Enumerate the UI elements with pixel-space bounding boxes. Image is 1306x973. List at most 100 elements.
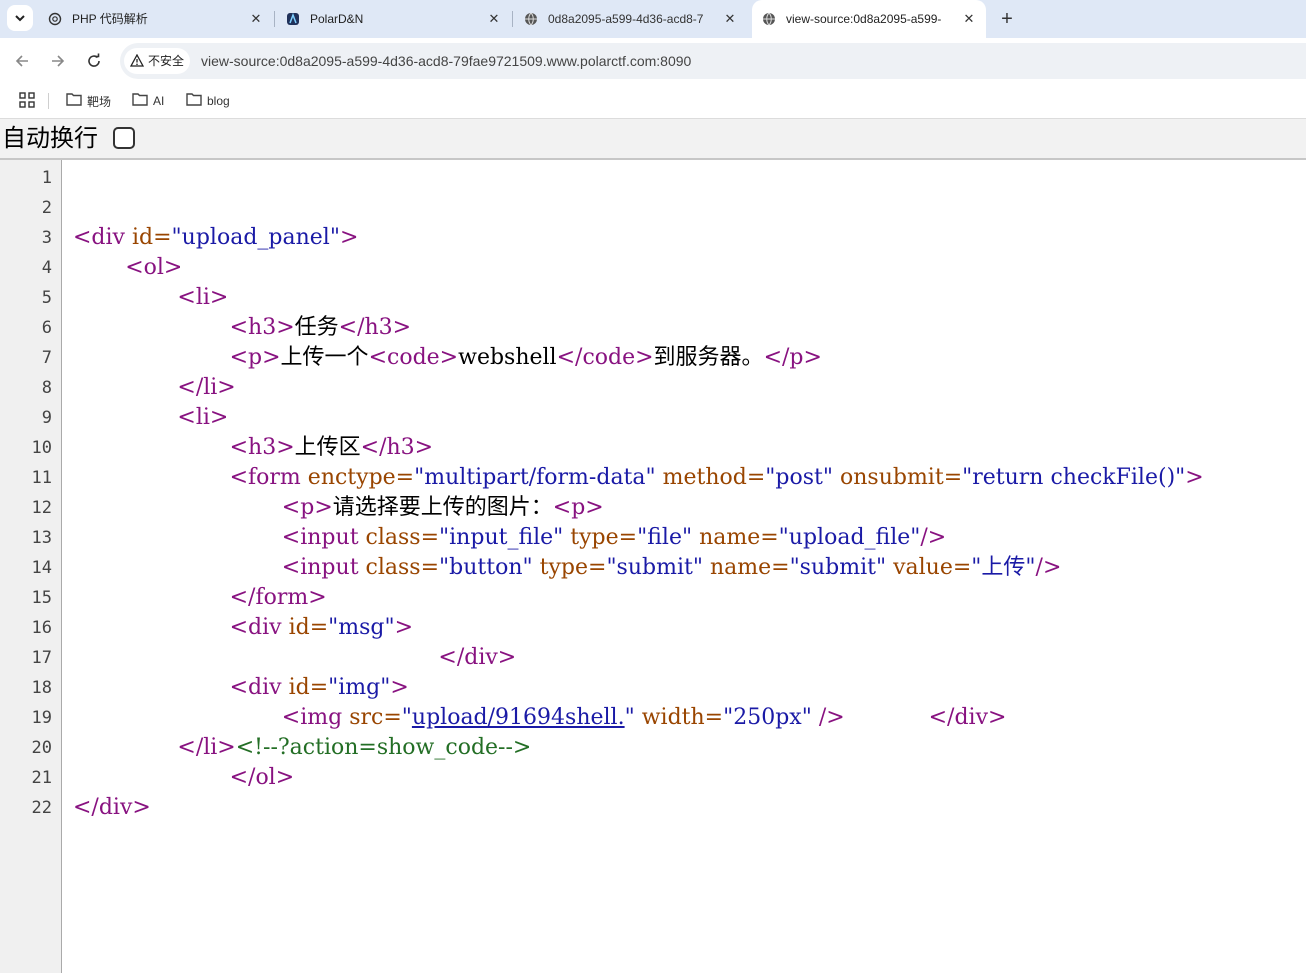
line-number: 22 (31, 798, 52, 818)
chevron-down-icon (15, 15, 25, 22)
security-chip[interactable]: 不安全 (124, 48, 190, 74)
line-content: <img src="upload/91694shell." width="250… (282, 703, 1007, 733)
source-line: 15 </form> (0, 583, 1306, 613)
line-number: 10 (31, 438, 52, 458)
code-token: src= (349, 705, 402, 730)
folder-icon (186, 92, 202, 111)
line-number: 1 (41, 168, 52, 188)
tab-divider (274, 11, 275, 27)
source-line: 16 <div id="msg"> (0, 613, 1306, 643)
code-token: method= (655, 465, 766, 490)
tab-search-button[interactable] (7, 5, 33, 31)
new-tab-plus-icon[interactable]: + (996, 8, 1018, 30)
code-token: </form> (229, 585, 327, 610)
code-token: </div> (928, 705, 1007, 730)
close-icon[interactable]: ✕ (722, 11, 738, 27)
bookmark-folder[interactable]: blog (186, 92, 230, 110)
back-arrow-icon[interactable] (10, 49, 34, 73)
code-token: enctype= (307, 465, 415, 490)
line-content: <li> (177, 403, 228, 433)
close-icon[interactable]: ✕ (248, 11, 264, 27)
line-number: 3 (41, 228, 52, 248)
source-line: 12 <p>请选择要上传的图片：<p> (0, 493, 1306, 523)
line-content: <h3>上传区</h3> (230, 433, 434, 463)
line-number: 5 (41, 288, 52, 308)
tab-view-source[interactable]: view-source:0d8a2095-a599- ✕ (752, 0, 986, 38)
line-number: 8 (41, 378, 52, 398)
line-content: <input class="button" type="submit" name… (282, 553, 1062, 583)
code-token: <!--?action=show_code--> (235, 735, 532, 760)
tab-challenge-page[interactable]: 0d8a2095-a599-4d36-acd8-7 ✕ (514, 0, 750, 38)
source-line: 1 (0, 163, 1306, 193)
url-text[interactable]: view-source:0d8a2095-a599-4d36-acd8-79fa… (201, 53, 691, 69)
source-line: 19 <img src="upload/91694shell." width="2… (0, 703, 1306, 733)
address-bar[interactable]: 不安全 view-source:0d8a2095-a599-4d36-acd8-… (120, 43, 1306, 79)
code-token: <div (229, 615, 289, 640)
line-number: 14 (31, 558, 52, 578)
code-token: <div (73, 225, 132, 250)
code-token: "return checkFile()" (962, 465, 1186, 490)
security-label: 不安全 (148, 54, 185, 68)
code-token: </p> (763, 345, 822, 370)
code-token: "input_file" (439, 525, 564, 550)
code-token: 上传区 (294, 435, 361, 460)
bookmark-folder[interactable]: AI (132, 92, 164, 110)
code-token: name= (702, 555, 790, 580)
code-token: <ol> (125, 255, 183, 280)
code-token: 任务 (294, 315, 339, 340)
globe-icon (762, 12, 776, 26)
browser-toolbar: 不安全 view-source:0d8a2095-a599-4d36-acd8-… (0, 38, 1306, 84)
close-icon[interactable]: ✕ (961, 11, 977, 27)
code-token: 到服务器。 (653, 345, 764, 370)
tab-title: 0d8a2095-a599-4d36-acd8-7 (548, 12, 704, 26)
line-number: 11 (31, 468, 52, 488)
line-wrap-checkbox[interactable] (113, 127, 135, 149)
line-number: 16 (31, 618, 52, 638)
line-content: <p>上传一个<code>webshell</code>到服务器。</p> (230, 343, 822, 373)
line-number: 15 (31, 588, 52, 608)
bookmark-folder[interactable]: 靶场 (66, 92, 111, 110)
line-number: 19 (31, 708, 52, 728)
tab-php-parser[interactable]: PHP 代码解析 ✕ (38, 0, 274, 38)
line-content: <ol> (125, 253, 182, 283)
line-content: <input class="input_file" type="file" na… (282, 523, 946, 553)
line-number: 2 (41, 198, 52, 218)
tab-strip: PHP 代码解析 ✕ PolarD&N ✕ 0d8a2095-a599-4d36… (0, 0, 1306, 38)
code-token: class= (365, 555, 440, 580)
line-content: <h3>任务</h3> (230, 313, 412, 343)
code-token: </h3> (360, 435, 434, 460)
code-token: 上传一个 (280, 345, 369, 370)
bookmark-label: 靶场 (87, 94, 112, 109)
code-token: <input (281, 525, 366, 550)
line-content: <p>请选择要上传的图片：<p> (282, 493, 604, 523)
tab-title: PHP 代码解析 (72, 12, 148, 26)
code-token: "file" (637, 525, 693, 550)
bookmark-label: blog (207, 94, 230, 108)
source-line: 18 <div id="img"> (0, 673, 1306, 703)
line-number: 20 (31, 738, 52, 758)
code-token: "upload_file" (778, 525, 921, 550)
source-line: 4 <ol> (0, 253, 1306, 283)
code-token: type= (563, 525, 638, 550)
tab-divider (512, 11, 513, 27)
code-token: </h3> (338, 315, 412, 340)
code-token: value= (886, 555, 972, 580)
apps-grid-icon[interactable] (19, 92, 35, 113)
bookmarks-bar: 靶场 AI blog (0, 84, 1306, 119)
code-token: <li> (177, 285, 229, 310)
line-number: 6 (41, 318, 52, 338)
code-token: "button" (439, 555, 533, 580)
resource-link[interactable]: upload/91694shell. (412, 705, 625, 730)
reload-icon[interactable] (82, 49, 106, 73)
forward-arrow-icon[interactable] (46, 49, 70, 73)
code-token: "msg" (328, 615, 395, 640)
line-number: 13 (31, 528, 52, 548)
tab-polardn[interactable]: PolarD&N ✕ (276, 0, 512, 38)
tab-title: PolarD&N (310, 12, 364, 26)
close-icon[interactable]: ✕ (486, 11, 502, 27)
code-token: width= (634, 705, 724, 730)
code-token: "multipart/form-data" (414, 465, 656, 490)
openai-icon (48, 12, 62, 26)
warning-triangle-icon (129, 53, 145, 72)
